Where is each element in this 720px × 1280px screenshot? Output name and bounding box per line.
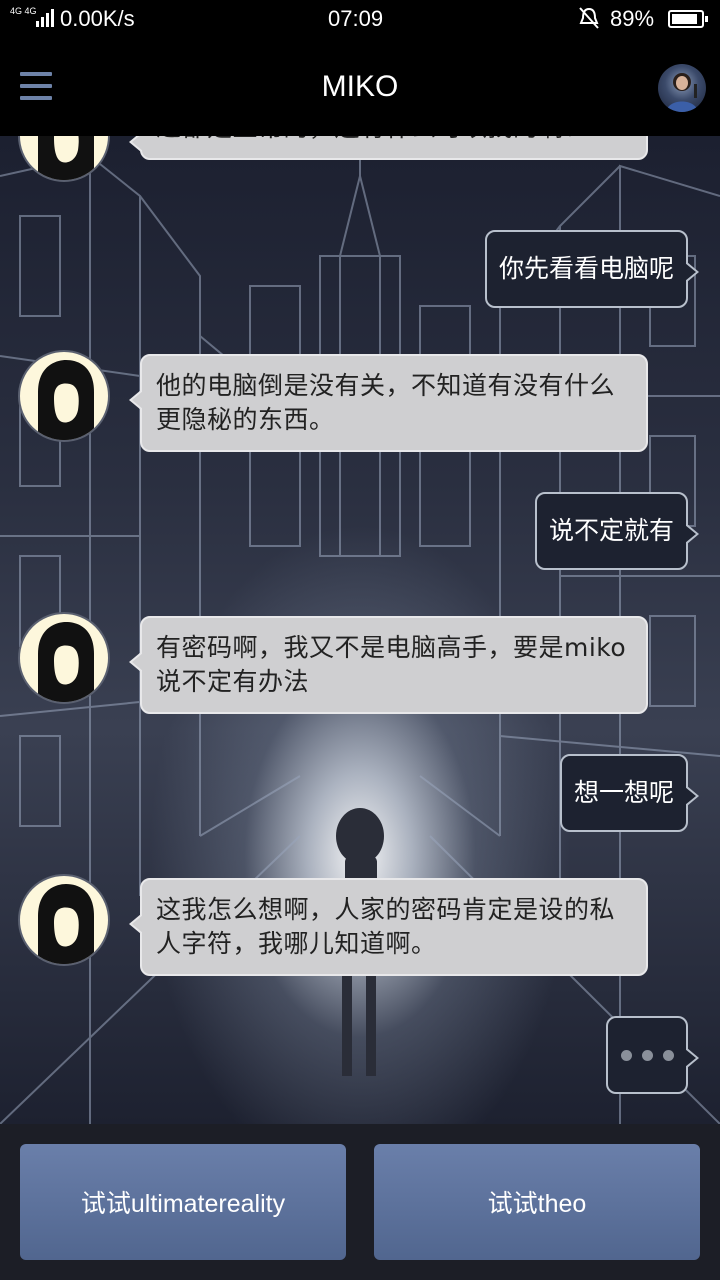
profile-avatar[interactable] [658, 64, 706, 112]
choice-button-1[interactable]: 试试ultimatereality [20, 1144, 346, 1260]
network-type-label: 4G 4G [10, 6, 37, 16]
network-speed: 0.00K/s [60, 6, 135, 31]
incoming-message: 他的电脑倒是没有关，不知道有没有什么更隐秘的东西。 [129, 354, 648, 452]
choice-button-2[interactable]: 试试theo [374, 1144, 700, 1260]
person-photo-icon [666, 73, 698, 112]
outgoing-message: 说不定就有 [534, 492, 700, 570]
signal-icon [36, 9, 54, 27]
outgoing-message: 你先看看电脑呢 [484, 230, 700, 308]
contact-avatar [18, 874, 110, 966]
contact-avatar [18, 350, 110, 442]
incoming-message: 这我怎么想啊，人家的密码肯定是设的私人字符，我哪儿知道啊。 [129, 878, 648, 976]
clock: 07:09 [328, 6, 384, 31]
incoming-message: 有密码啊，我又不是电脑高手，要是miko说不定有办法 [129, 616, 648, 714]
contact-avatar [18, 136, 110, 182]
battery-percent: 89% [610, 6, 655, 31]
battery-icon [668, 10, 708, 28]
mute-icon [579, 7, 599, 29]
typing-indicator [606, 1016, 699, 1094]
contact-avatar [18, 612, 110, 704]
status-bar: 4G 4G 0.00K/s 07:09 89% [0, 0, 720, 38]
app-bar: MIKO [0, 38, 720, 136]
reply-choices: 试试ultimatereality 试试theo [0, 1124, 720, 1280]
battery-fill [672, 14, 697, 24]
page-title: MIKO [321, 70, 399, 103]
chat-thread[interactable]: 过都是正常的，还有什么可以找的啊？ 你先看看电脑呢他的电脑倒是没有关，不知道有没有… [0, 136, 720, 1124]
incoming-message: 过都是正常的，还有什么可以找的啊？ [129, 136, 648, 160]
outgoing-message: 想一想呢 [559, 754, 700, 832]
